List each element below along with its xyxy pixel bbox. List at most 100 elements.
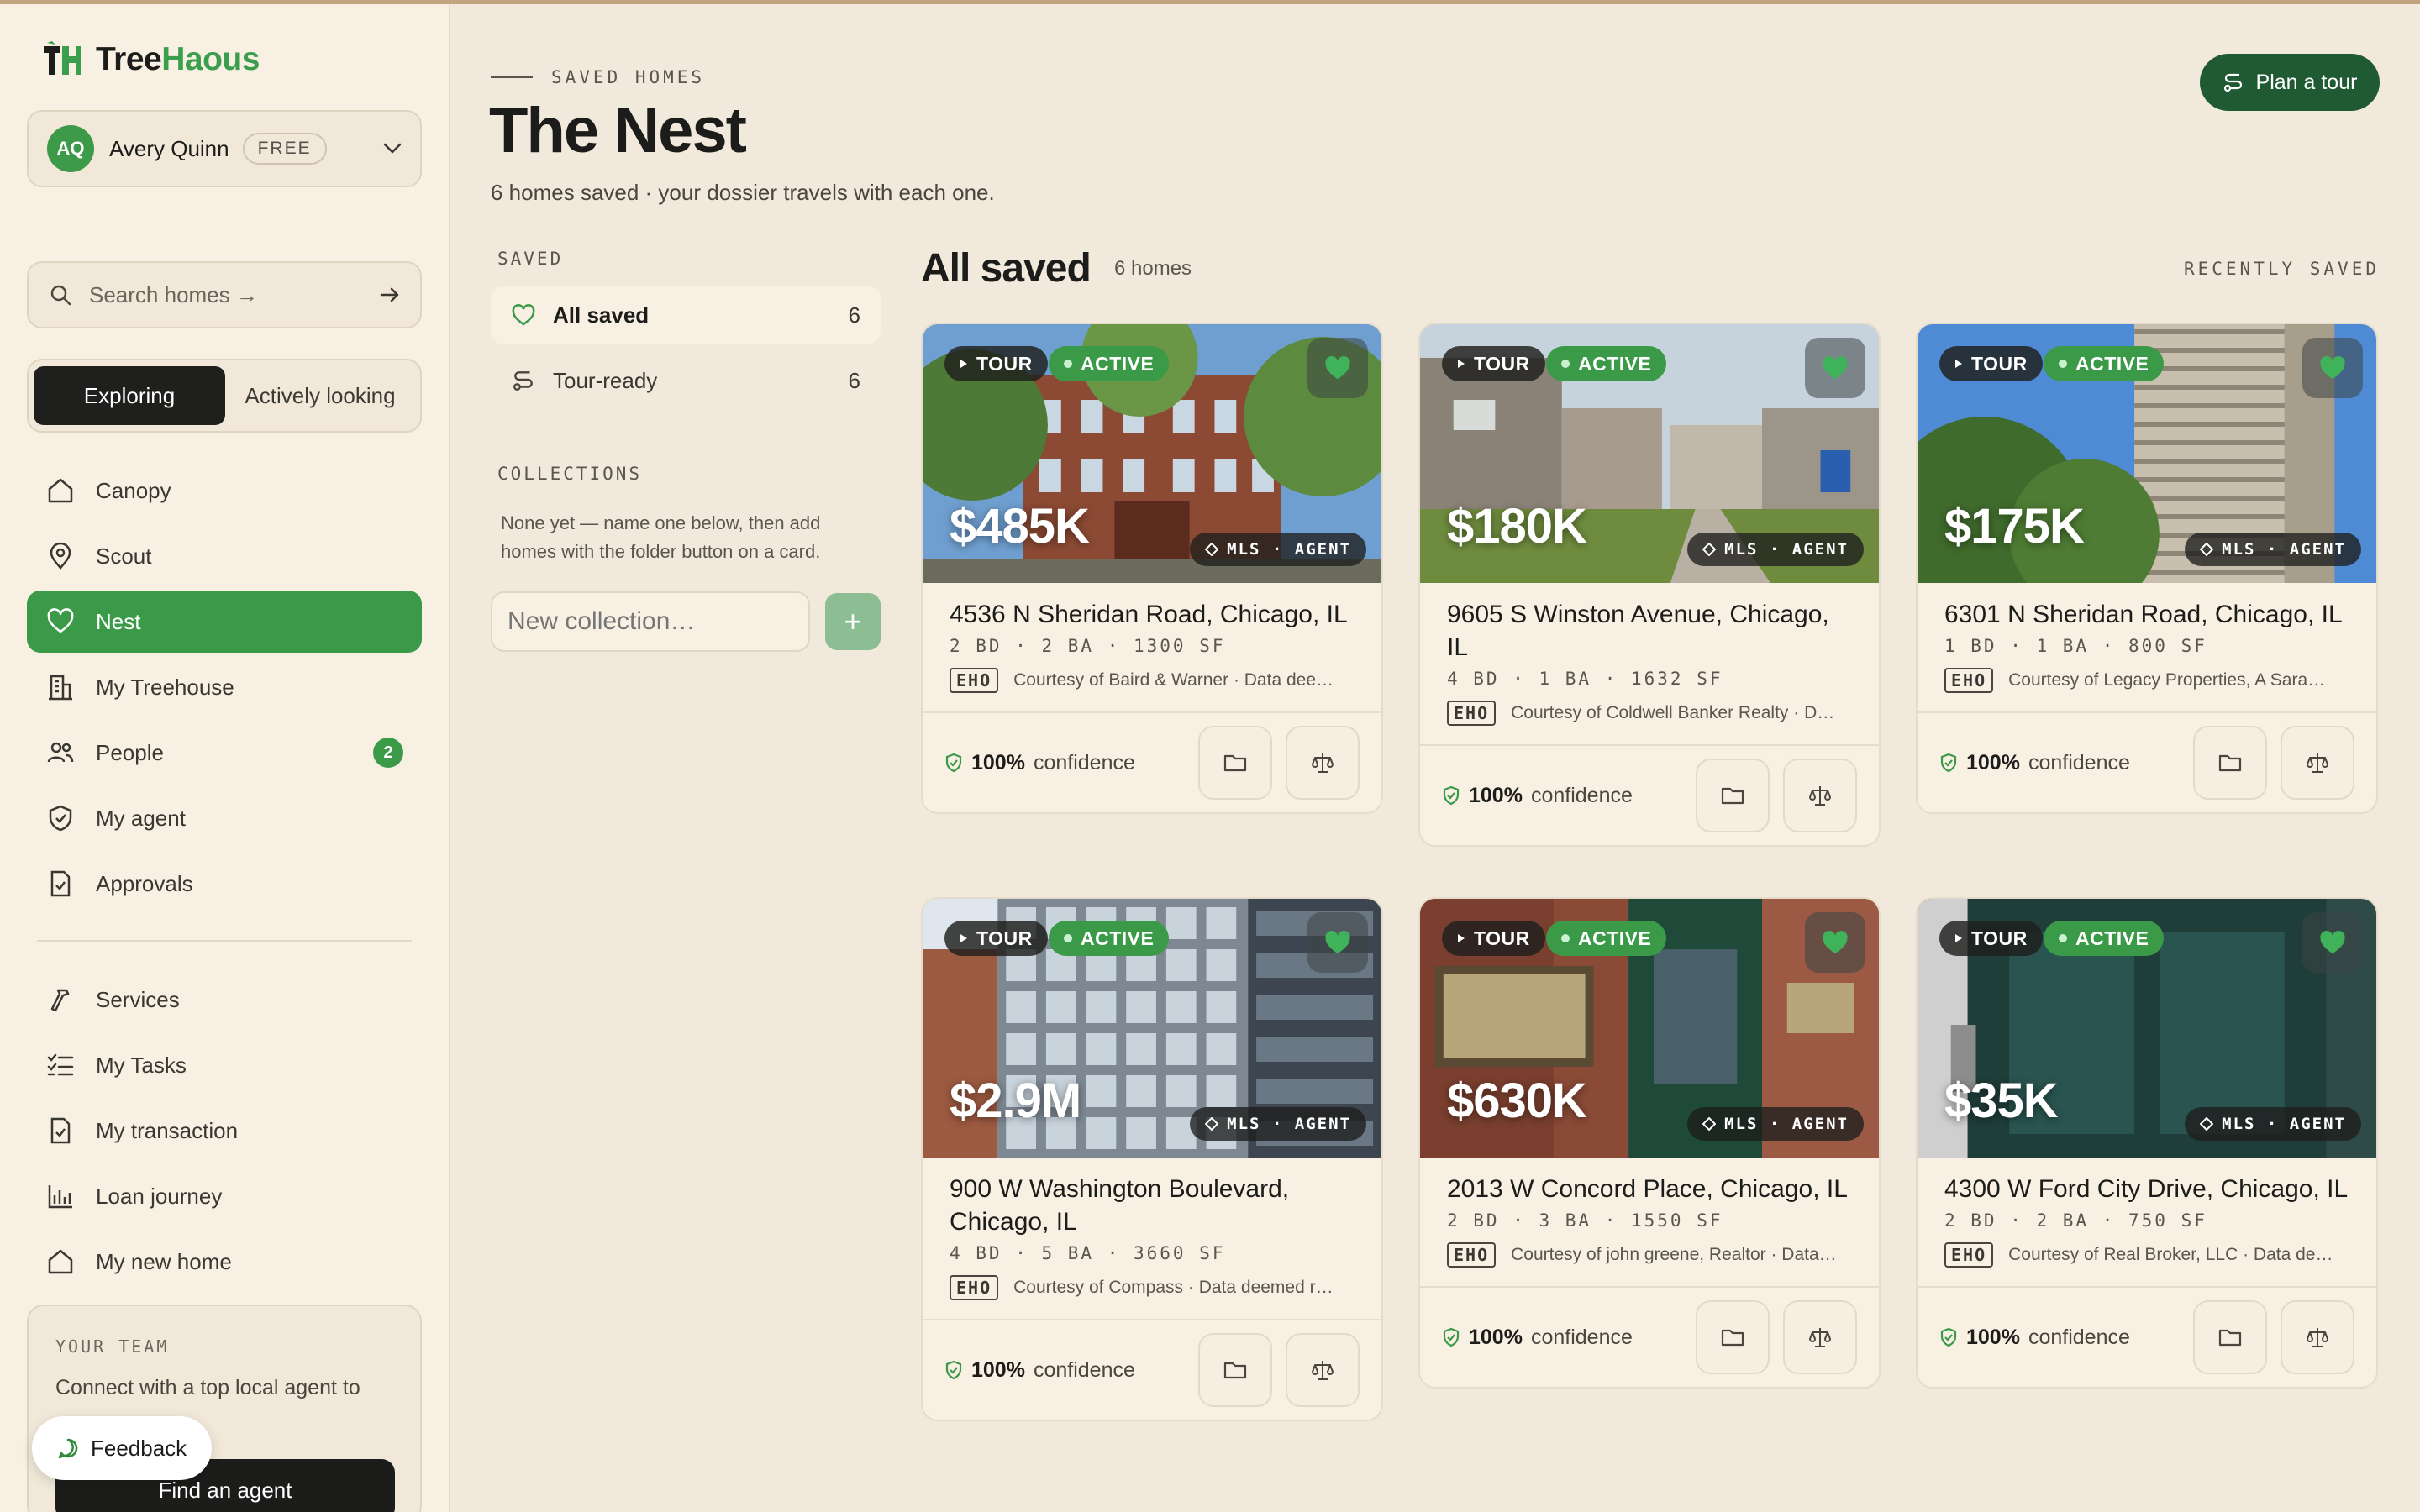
home-icon <box>45 475 76 506</box>
nav-item-my-treehouse[interactable]: My Treehouse <box>27 656 422 718</box>
home-photo[interactable]: TOUR ACTIVE $175K MLS · AGENT <box>1918 324 2376 583</box>
home-photo[interactable]: TOUR ACTIVE $485K MLS · AGENT <box>923 324 1381 583</box>
map-pin-icon <box>45 541 76 571</box>
diamond-icon <box>1205 1117 1219 1131</box>
mode-actively-looking[interactable]: Actively looking <box>225 366 415 425</box>
confidence-indicator: 100% confidence <box>1939 751 2130 775</box>
add-to-collection-button[interactable] <box>1696 759 1770 832</box>
heart-icon <box>511 303 538 327</box>
add-to-collection-button[interactable] <box>1198 1333 1272 1407</box>
add-to-collection-button[interactable] <box>2193 726 2267 800</box>
sort-selector[interactable]: RECENTLY SAVED <box>2184 259 2380 279</box>
home-price: $180K <box>1447 499 1587 554</box>
home-address[interactable]: 9605 S Winston Avenue, Chicago, IL <box>1447 598 1852 664</box>
home-card[interactable]: TOUR ACTIVE $180K MLS · AGENT 9605 S Win… <box>1418 323 1881 847</box>
home-address[interactable]: 4300 W Ford City Drive, Chicago, IL <box>1944 1173 2349 1205</box>
active-status-badge: ACTIVE <box>1546 921 1667 956</box>
add-to-collection-button[interactable] <box>1696 1300 1770 1374</box>
home-card[interactable]: TOUR ACTIVE $2.9M MLS · AGENT 900 W Wash… <box>921 897 1383 1421</box>
courtesy-text: Courtesy of Legacy Properties, A Sarah L… <box>2008 670 2334 690</box>
hammer-icon <box>45 984 76 1015</box>
nav-item-my-new-home[interactable]: My new home <box>27 1231 422 1293</box>
search-input[interactable]: Search homes → <box>89 282 363 308</box>
courtesy-text: Courtesy of Compass · Data deemed reliab… <box>1013 1278 1340 1297</box>
add-to-collection-button[interactable] <box>1198 726 1272 800</box>
play-icon <box>960 934 967 942</box>
nav-item-my-agent[interactable]: My agent <box>27 787 422 849</box>
home-address[interactable]: 2013 W Concord Place, Chicago, IL <box>1447 1173 1852 1205</box>
compare-button[interactable] <box>2281 1300 2354 1374</box>
nav-item-loan-journey[interactable]: Loan journey <box>27 1165 422 1227</box>
compare-button[interactable] <box>1286 1333 1360 1407</box>
card-footer: 100% confidence <box>923 711 1381 812</box>
mode-exploring[interactable]: Exploring <box>34 366 225 425</box>
mls-agent-badge: MLS · AGENT <box>1687 533 1864 566</box>
main-nav: Canopy Scout Nest My Treehouse People 2 … <box>27 459 422 1296</box>
folder-icon <box>1721 1329 1744 1347</box>
nav-item-scout[interactable]: Scout <box>27 525 422 587</box>
home-photo[interactable]: TOUR ACTIVE $35K MLS · AGENT <box>1918 899 2376 1158</box>
home-specs: 2 BD · 2 BA · 750 SF <box>1944 1210 2207 1231</box>
diamond-icon <box>1702 543 1717 556</box>
nav-item-nest[interactable]: Nest <box>27 591 422 653</box>
feedback-button[interactable]: Feedback <box>32 1416 213 1480</box>
home-address[interactable]: 900 W Washington Boulevard, Chicago, IL <box>950 1173 1355 1238</box>
compare-button[interactable] <box>1286 726 1360 800</box>
nav-item-my-transaction[interactable]: My transaction <box>27 1100 422 1162</box>
listing-courtesy: EHO Courtesy of Real Broker, LLC · Data … <box>1944 1242 2349 1268</box>
document-check-icon <box>45 1116 76 1146</box>
home-card[interactable]: TOUR ACTIVE $35K MLS · AGENT 4300 W Ford… <box>1916 897 2378 1389</box>
home-specs: 2 BD · 2 BA · 1300 SF <box>950 636 1226 656</box>
save-heart-button[interactable] <box>1805 338 1865 398</box>
save-heart-button[interactable] <box>1805 912 1865 973</box>
user-menu[interactable]: AQ Avery Quinn FREE <box>27 110 422 187</box>
your-team-panel: YOUR TEAM Connect with a top local agent… <box>27 1305 422 1512</box>
save-heart-button[interactable] <box>2302 338 2363 398</box>
save-heart-button[interactable] <box>1307 338 1368 398</box>
home-details: 6301 N Sheridan Road, Chicago, IL 1 BD ·… <box>1918 583 2376 693</box>
nav-item-my-tasks[interactable]: My Tasks <box>27 1034 422 1096</box>
home-address[interactable]: 6301 N Sheridan Road, Chicago, IL <box>1944 598 2349 631</box>
heart-filled-icon <box>1325 930 1350 954</box>
home-card[interactable]: TOUR ACTIVE $630K MLS · AGENT 2013 W Con… <box>1418 897 1881 1389</box>
home-address[interactable]: 4536 N Sheridan Road, Chicago, IL <box>950 598 1355 631</box>
collections-empty-text: None yet — name one below, then add home… <box>501 512 821 562</box>
page-title: The Nest <box>489 95 747 166</box>
home-card[interactable]: TOUR ACTIVE $175K MLS · AGENT 6301 N She… <box>1916 323 2378 814</box>
home-photo[interactable]: TOUR ACTIVE $180K MLS · AGENT <box>1420 324 1879 583</box>
search-box[interactable]: Search homes → <box>27 261 422 328</box>
home-photo[interactable]: TOUR ACTIVE $2.9M MLS · AGENT <box>923 899 1381 1158</box>
add-to-collection-button[interactable] <box>2193 1300 2267 1374</box>
shield-icon <box>45 803 76 833</box>
home-card[interactable]: TOUR ACTIVE $485K MLS · AGENT 4536 N She… <box>921 323 1383 814</box>
home-photo[interactable]: TOUR ACTIVE $630K MLS · AGENT <box>1420 899 1879 1158</box>
nav-item-people[interactable]: People 2 <box>27 722 422 784</box>
mls-agent-badge: MLS · AGENT <box>1687 1107 1864 1141</box>
saved-section-label: SAVED <box>497 249 564 269</box>
list-tour-ready[interactable]: Tour-ready 6 <box>491 351 881 410</box>
nav-item-canopy[interactable]: Canopy <box>27 459 422 522</box>
chat-bubble-icon <box>58 1438 78 1459</box>
list-count: 6 <box>848 367 860 393</box>
compare-button[interactable] <box>1783 1300 1857 1374</box>
add-collection-button[interactable]: + <box>825 593 881 650</box>
play-icon <box>1458 360 1465 368</box>
save-heart-button[interactable] <box>2302 912 2363 973</box>
listing-courtesy: EHO Courtesy of Baird & Warner · Data de… <box>950 668 1355 693</box>
nav-item-approvals[interactable]: Approvals <box>27 853 422 915</box>
compare-button[interactable] <box>1783 759 1857 832</box>
plan-tour-button[interactable]: Plan a tour <box>2200 54 2380 111</box>
diamond-icon <box>2200 543 2214 556</box>
nav-item-services[interactable]: Services <box>27 969 422 1031</box>
arrow-right-icon[interactable] <box>380 286 400 303</box>
shield-check-icon <box>1443 1327 1460 1347</box>
new-collection-input[interactable] <box>491 591 810 652</box>
compare-button[interactable] <box>2281 726 2354 800</box>
save-heart-button[interactable] <box>1307 912 1368 973</box>
list-all-saved[interactable]: All saved 6 <box>491 286 881 344</box>
app-logo[interactable]: TreeHaous <box>42 41 260 78</box>
confidence-indicator: 100% confidence <box>1939 1326 2130 1350</box>
play-icon <box>1955 934 1962 942</box>
bar-chart-icon <box>45 1181 76 1211</box>
home-price: $175K <box>1944 499 2085 554</box>
